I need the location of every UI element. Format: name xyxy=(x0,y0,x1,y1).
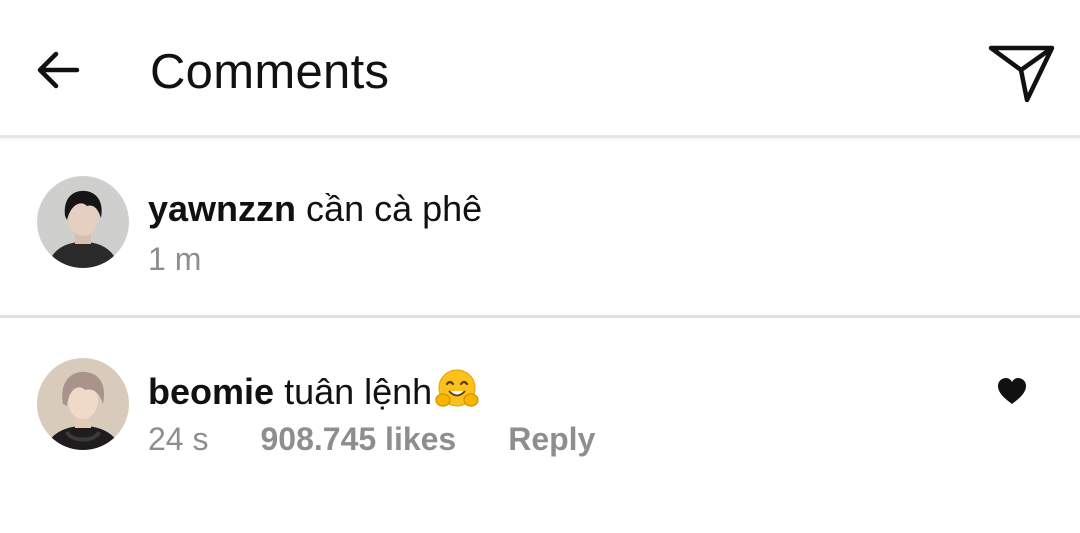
comment-username[interactable]: yawnzzn xyxy=(148,188,296,229)
share-button[interactable] xyxy=(986,38,1058,108)
comment-content: yawnzzn cần cà phê xyxy=(148,187,482,231)
comment-meta: 24 s 908.745 likes Reply xyxy=(148,419,595,459)
comment-content: beomie tuân lệnh xyxy=(148,367,480,414)
comment-text: tuân lệnh xyxy=(284,371,433,412)
header-bar: Comments xyxy=(0,0,1080,138)
comment-time: 24 s xyxy=(148,421,209,457)
comment-username[interactable]: beomie xyxy=(148,371,274,412)
comment-item: beomie tuân lệnh 24 s 908.745 likes Reply xyxy=(0,321,1080,533)
avatar[interactable] xyxy=(37,176,129,268)
back-button[interactable] xyxy=(30,40,86,100)
comment-text: cần cà phê xyxy=(306,188,483,229)
heart-filled-icon xyxy=(998,378,1026,404)
page-title: Comments xyxy=(150,45,390,99)
avatar[interactable] xyxy=(37,358,129,450)
reply-button[interactable]: Reply xyxy=(508,419,595,459)
comment-item: yawnzzn cần cà phê 1 m xyxy=(0,141,1080,318)
comments-screen: Comments yawnzzn cần cà phê 1 m beomie t… xyxy=(0,0,1080,533)
paper-plane-icon xyxy=(988,45,1055,103)
comment-meta: 1 m xyxy=(148,239,201,279)
comment-time: 1 m xyxy=(148,241,202,277)
hugging-face-emoji xyxy=(435,369,479,407)
arrow-left-icon xyxy=(37,51,80,89)
likes-count[interactable]: 908.745 likes xyxy=(260,419,456,459)
like-button[interactable] xyxy=(996,376,1028,406)
